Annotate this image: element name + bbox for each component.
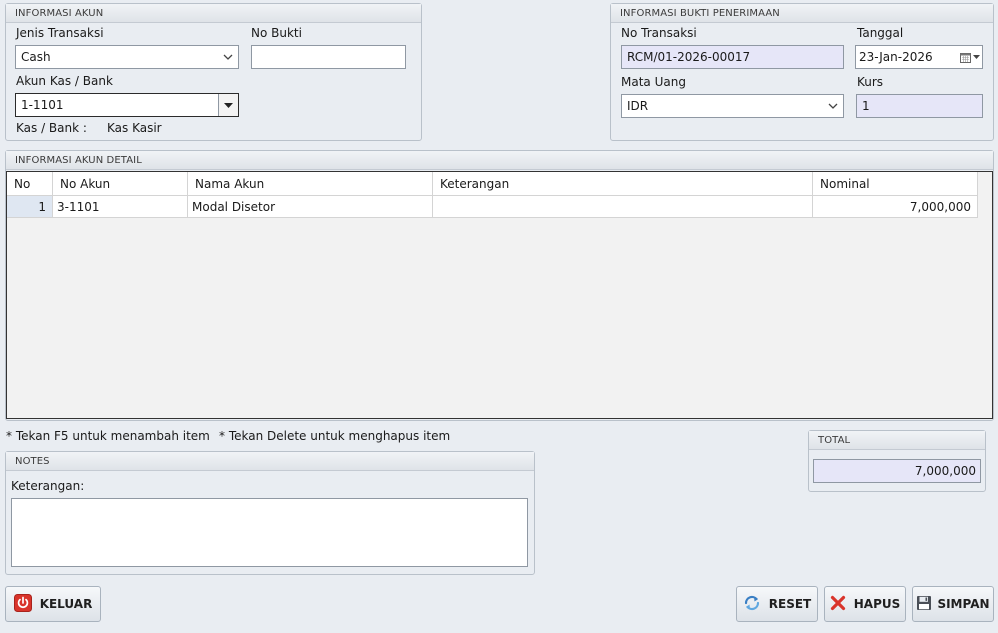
cell-nama-akun[interactable]: Modal Disetor [188, 196, 433, 218]
grid-header-row: No No Akun Nama Akun Keterangan Nominal [7, 172, 978, 196]
jenis-transaksi-label: Jenis Transaksi [16, 26, 104, 40]
akun-kas-combo[interactable]: 1-1101 [15, 93, 239, 117]
notes-keterangan-label: Keterangan: [11, 479, 85, 493]
column-header-no-akun[interactable]: No Akun [53, 172, 188, 196]
akun-kas-value: 1-1101 [21, 98, 64, 112]
mata-uang-value: IDR [627, 99, 649, 113]
power-icon [13, 593, 32, 615]
table-row[interactable]: 1 3-1101 Modal Disetor 7,000,000 [7, 196, 978, 218]
column-header-keterangan[interactable]: Keterangan [433, 172, 813, 196]
kas-bank-value: Kas Kasir [107, 121, 162, 135]
informasi-bukti-header: INFORMASI BUKTI PENERIMAAN [611, 4, 993, 23]
hapus-label: HAPUS [853, 597, 901, 611]
tanggal-date-picker[interactable]: 23-Jan-2026 [855, 45, 983, 69]
calendar-icon[interactable] [954, 46, 980, 68]
tanggal-value: 23-Jan-2026 [859, 50, 933, 64]
mata-uang-label: Mata Uang [621, 75, 686, 89]
reset-label: RESET [768, 597, 812, 611]
jenis-transaksi-value: Cash [21, 50, 51, 64]
notes-header: NOTES [6, 452, 534, 471]
informasi-akun-detail-header: INFORMASI AKUN DETAIL [6, 151, 993, 170]
reset-button[interactable]: RESET [736, 586, 818, 622]
kurs-label: Kurs [857, 75, 884, 89]
simpan-label: SIMPAN [937, 597, 990, 611]
cell-nominal[interactable]: 7,000,000 [813, 196, 978, 218]
tanggal-label: Tanggal [857, 26, 904, 40]
total-value-field: 7,000,000 [813, 459, 981, 483]
hapus-button[interactable]: HAPUS [824, 586, 906, 622]
chevron-down-icon[interactable] [827, 95, 839, 117]
detail-grid[interactable]: No No Akun Nama Akun Keterangan Nominal … [6, 171, 993, 419]
kas-bank-label: Kas / Bank : [16, 121, 87, 135]
hint-add-item: * Tekan F5 untuk menambah item [6, 429, 210, 443]
notes-keterangan-textarea[interactable] [11, 498, 528, 567]
informasi-akun-header: INFORMASI AKUN [6, 4, 421, 23]
refresh-icon [743, 594, 761, 615]
save-icon [916, 595, 932, 614]
cell-keterangan[interactable] [433, 196, 813, 218]
no-transaksi-field: RCM/01-2026-00017 [621, 45, 844, 69]
column-header-no[interactable]: No [7, 172, 53, 196]
column-header-nominal[interactable]: Nominal [813, 172, 978, 196]
total-header: TOTAL [809, 431, 985, 450]
kurs-input[interactable]: 1 [856, 94, 983, 118]
akun-kas-label: Akun Kas / Bank [16, 74, 113, 88]
column-header-nama-akun[interactable]: Nama Akun [188, 172, 433, 196]
no-bukti-input[interactable] [251, 45, 406, 69]
cell-no[interactable]: 1 [7, 196, 53, 218]
simpan-button[interactable]: SIMPAN [912, 586, 994, 622]
delete-x-icon [830, 595, 846, 614]
hint-delete-item: * Tekan Delete untuk menghapus item [219, 429, 451, 443]
chevron-down-icon[interactable] [222, 46, 234, 68]
keluar-button[interactable]: KELUAR [5, 586, 101, 622]
informasi-bukti-panel: INFORMASI BUKTI PENERIMAAN [610, 3, 994, 141]
mata-uang-combo[interactable]: IDR [621, 94, 844, 118]
cell-no-akun[interactable]: 3-1101 [53, 196, 188, 218]
keluar-label: KELUAR [39, 597, 93, 611]
no-transaksi-label: No Transaksi [621, 26, 697, 40]
dropdown-arrow-icon[interactable] [218, 94, 238, 116]
jenis-transaksi-combo[interactable]: Cash [15, 45, 239, 69]
no-bukti-label: No Bukti [251, 26, 302, 40]
